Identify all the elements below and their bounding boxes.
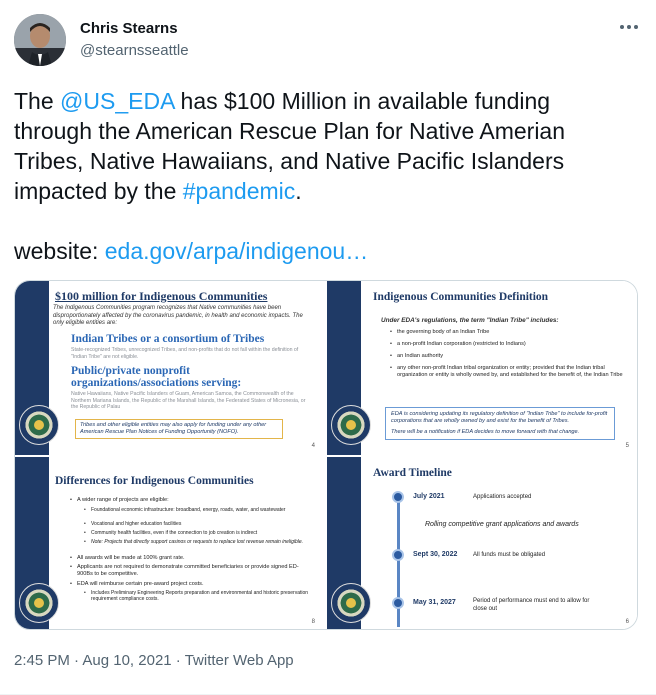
slide-page-number: 8 (311, 619, 315, 625)
meta-separator: · (69, 652, 83, 669)
slide-title: Differences for Indigenous Communities (55, 475, 254, 487)
slide-page-number: 5 (625, 443, 629, 449)
website-label: website: (14, 238, 105, 264)
slide-bullet: Applicants are not required to demonstra… (70, 564, 307, 578)
slide-bullet: any other non-profit Indian tribal organ… (390, 365, 623, 379)
slide-sub-bullet: Includes Preliminary Engineering Reports… (84, 590, 309, 602)
eda-seal-icon (331, 405, 371, 445)
slide-subheading: Public/private nonprofit organizations/a… (71, 365, 242, 389)
slide-sub-bullet: Vocational and higher education faciliti… (84, 521, 309, 527)
author-handle[interactable]: @stearnsseattle (80, 42, 189, 59)
mention-link[interactable]: @US_EDA (60, 88, 174, 114)
website-link[interactable]: eda.gov/arpa/indigenou… (105, 238, 368, 264)
timeline-rolling-note: Rolling competitive grant applications a… (425, 521, 579, 528)
tweet-meta: 2:45 PM · Aug 10, 2021 · Twitter Web App (14, 652, 294, 669)
tweet-text-part: The (14, 88, 61, 114)
slide-intro: The Indigenous Communities program recog… (53, 305, 303, 326)
slide-title: $100 million for Indigenous Communities (55, 289, 268, 303)
slide-title: Award Timeline (373, 467, 452, 479)
timeline-description: Applications accepted (473, 494, 532, 500)
eda-seal-icon (19, 405, 59, 445)
slide: Award Timeline July 2021 Applications ac… (327, 457, 637, 629)
slide-bullet: All awards will be made at 100% grant ra… (70, 555, 307, 562)
tweet-source[interactable]: Twitter Web App (185, 652, 294, 669)
slide: $100 million for Indigenous Communities … (15, 281, 325, 455)
slide-subheading: Indian Tribes or a consortium of Tribes (71, 333, 265, 345)
timeline-description: Period of performance must end to allow … (473, 598, 590, 612)
timeline-dot (392, 549, 404, 561)
tweet-text: The @US_EDA has $100 Million in availabl… (14, 86, 634, 266)
timeline-date: Sept 30, 2022 (413, 551, 458, 558)
eda-seal-icon (331, 583, 371, 623)
media-image-4[interactable]: Award Timeline July 2021 Applications ac… (327, 457, 637, 629)
hashtag-link[interactable]: #pandemic (183, 178, 296, 204)
timeline-dot (392, 597, 404, 609)
timeline-dot (392, 491, 404, 503)
avatar-photo (14, 14, 66, 66)
more-options-icon[interactable] (618, 16, 640, 38)
timeline-description: All funds must be obligated (473, 552, 546, 558)
slide-sub-bullet: Note: Projects that directly support cas… (84, 539, 309, 545)
callout-text: There will be a notification if EDA deci… (391, 429, 580, 435)
slide: Differences for Indigenous Communities A… (15, 457, 325, 629)
author-name[interactable]: Chris Stearns (80, 20, 178, 37)
slide-bullet: a non-profit Indian corporation (restric… (390, 341, 617, 348)
slide-page-number: 6 (625, 619, 629, 625)
slide-bullet: EDA will reimburse certain pre-award pro… (70, 581, 307, 588)
media-image-1[interactable]: $100 million for Indigenous Communities … (15, 281, 325, 455)
slide-intro: Under EDA's regulations, the term "India… (381, 317, 559, 324)
slide-note: Native Hawaiians, Native Pacific Islande… (71, 391, 306, 410)
media-image-2[interactable]: Indigenous Communities Definition Under … (327, 281, 637, 455)
media-image-3[interactable]: Differences for Indigenous Communities A… (15, 457, 325, 629)
tweet-text-part: . (295, 178, 302, 204)
slide-bullet: A wider range of projects are eligible: (70, 497, 307, 504)
slide-note: State-recognized Tribes, unrecognized Tr… (71, 347, 299, 360)
slide-bullet: the governing body of an Indian Tribe (390, 329, 617, 336)
slide-sub-bullet: Foundational economic infrastructure: br… (84, 507, 309, 513)
grid-divider (15, 455, 637, 457)
slide: Indigenous Communities Definition Under … (327, 281, 637, 455)
slide-callout: EDA is considering updating its regulato… (385, 407, 615, 440)
timeline-date: May 31, 2027 (413, 599, 456, 606)
slide-title: Indigenous Communities Definition (373, 291, 549, 303)
tweet: Chris Stearns @stearnsseattle The @US_ED… (0, 0, 656, 695)
tweet-time[interactable]: 2:45 PM (14, 652, 70, 669)
author-avatar[interactable] (14, 14, 66, 66)
eda-seal-icon (19, 583, 59, 623)
slide-page-number: 4 (311, 443, 315, 449)
slide-bullet: an Indian authority (390, 353, 617, 360)
media-grid: $100 million for Indigenous Communities … (14, 280, 638, 630)
slide-callout: Tribes and other eligible entities may a… (75, 419, 283, 439)
callout-text: EDA is considering updating its regulato… (391, 411, 608, 424)
meta-separator: · (171, 652, 185, 669)
timeline-date: July 2021 (413, 493, 445, 500)
slide-sub-bullet: Community health facilities, even if the… (84, 530, 309, 536)
tweet-date[interactable]: Aug 10, 2021 (82, 652, 171, 669)
